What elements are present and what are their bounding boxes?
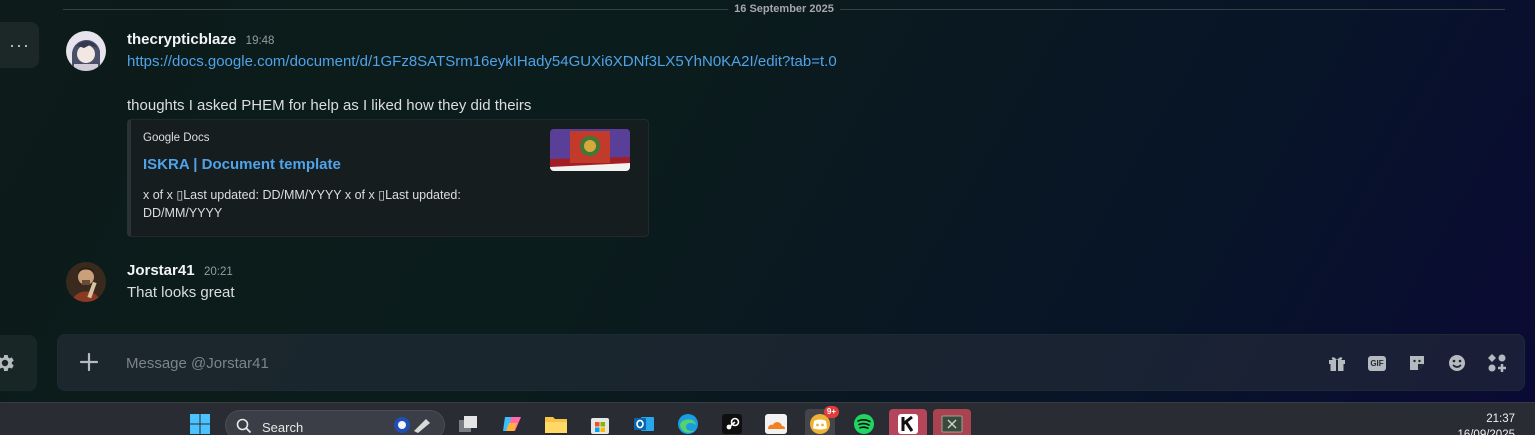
system-clock[interactable]: 21:37 16/09/2025 [1457, 411, 1515, 435]
embed-description: x of x ▯Last updated: DD/MM/YYYY x of x … [143, 188, 461, 220]
windows-taskbar: Search 9+ 21:37 16/09/2025 [0, 402, 1535, 435]
steam-icon [722, 414, 742, 434]
message-timestamp: 19:48 [245, 35, 275, 47]
ellipsis-icon: ··· [9, 34, 30, 55]
avatar[interactable] [66, 31, 106, 71]
document-link[interactable]: https://docs.google.com/document/d/1GFz8… [127, 53, 837, 70]
spotify-app[interactable] [849, 409, 879, 435]
gif-button[interactable]: GIF [1366, 352, 1388, 374]
avatar[interactable] [66, 262, 106, 302]
gift-button[interactable] [1326, 352, 1348, 374]
steam-app[interactable] [717, 409, 747, 435]
more-options-button[interactable]: ··· [0, 22, 39, 68]
upload-button[interactable] [76, 349, 102, 375]
start-button[interactable] [185, 409, 215, 435]
embed-title-link[interactable]: ISKRA | Document template [143, 156, 341, 173]
task-view-button[interactable] [453, 409, 483, 435]
apps-button[interactable] [1486, 352, 1508, 374]
windows-icon [190, 414, 210, 434]
gift-icon [1329, 357, 1345, 371]
cloudflare-app[interactable] [761, 409, 791, 435]
cloud-icon [765, 414, 787, 434]
embed-thumbnail[interactable] [550, 129, 630, 171]
message-text: That looks great [127, 284, 235, 301]
date-divider: 16 September 2025 [63, 0, 1505, 18]
notification-badge: 9+ [823, 406, 839, 418]
message-input[interactable] [126, 347, 1276, 379]
search-highlight-icon [394, 417, 430, 433]
message-author[interactable]: thecrypticblaze [127, 31, 236, 48]
spotify-icon [854, 414, 874, 434]
message-composer: GIF [57, 334, 1525, 391]
clock-time: 21:37 [1486, 413, 1515, 425]
outlook-icon [634, 417, 654, 431]
gif-icon: GIF [1368, 355, 1386, 371]
clock-date: 16/09/2025 [1457, 429, 1515, 435]
search-icon [236, 418, 252, 434]
search-label: Search [262, 420, 304, 435]
emoji-button[interactable] [1446, 352, 1468, 374]
folder-icon [545, 417, 567, 433]
gear-icon [0, 355, 14, 371]
file-explorer-app[interactable] [541, 409, 571, 435]
outlook-app[interactable] [629, 409, 659, 435]
task-view-icon [459, 416, 477, 432]
message-text: thoughts I asked PHEM for help as I like… [127, 97, 532, 114]
plus-icon [79, 352, 99, 372]
krisp-app[interactable] [889, 409, 927, 435]
k-logo-icon [898, 414, 918, 434]
store-icon [591, 418, 609, 434]
sticker-button[interactable] [1406, 352, 1428, 374]
copilot-icon [503, 417, 521, 431]
link-embed: Google Docs ISKRA | Document template x … [127, 119, 649, 237]
microsoft-store-app[interactable] [585, 409, 615, 435]
edge-app[interactable] [673, 409, 703, 435]
discord-app[interactable]: 9+ [805, 406, 839, 435]
window-icon [941, 415, 963, 433]
embed-provider: Google Docs [143, 132, 210, 144]
message-timestamp: 20:21 [204, 266, 233, 278]
sticker-icon [1410, 356, 1424, 370]
edge-icon [678, 414, 698, 434]
terminal-app[interactable] [933, 409, 971, 435]
user-settings-button[interactable] [0, 335, 37, 391]
date-divider-label: 16 September 2025 [728, 3, 840, 15]
taskbar-search[interactable]: Search [225, 410, 445, 435]
copilot-app[interactable] [497, 409, 527, 435]
apps-icon [1488, 354, 1506, 372]
message-author[interactable]: Jorstar41 [127, 262, 195, 279]
smiley-icon [1449, 355, 1465, 371]
